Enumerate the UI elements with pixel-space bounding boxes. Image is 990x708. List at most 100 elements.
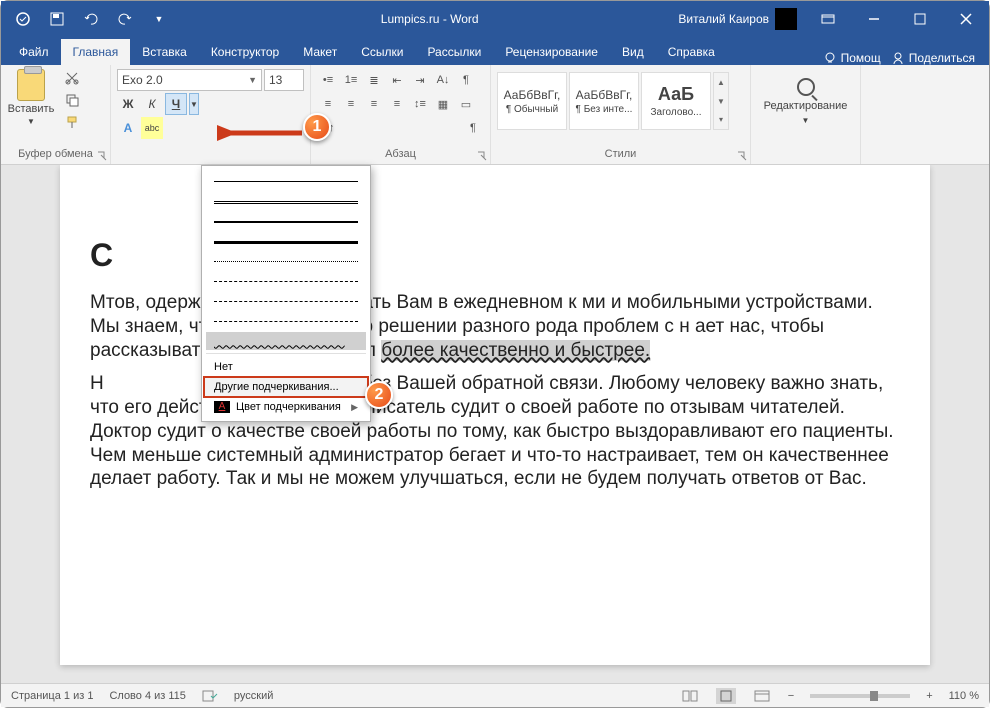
chevron-down-icon: ▼ (27, 117, 35, 126)
sort-button[interactable]: A↓ (432, 69, 454, 91)
tab-references[interactable]: Ссылки (349, 39, 415, 65)
zoom-level[interactable]: 110 % (949, 690, 979, 702)
underline-button[interactable]: Ч (165, 93, 187, 115)
group-editing: Редактирование ▼ (751, 65, 861, 164)
shading-button[interactable]: ▦ (432, 93, 454, 115)
justify-button[interactable]: ≡ (386, 93, 408, 115)
tab-insert[interactable]: Вставка (130, 39, 199, 65)
document-area[interactable]: С Мтов, одержимых идеей помогать Вам в е… (1, 165, 989, 683)
paragraph-dialog-launcher[interactable] (476, 150, 488, 162)
underline-other[interactable]: Другие подчеркивания... (204, 377, 368, 397)
ribbon-display-button[interactable] (805, 1, 851, 37)
zoom-slider[interactable] (810, 694, 910, 698)
editing-menu-button[interactable]: Редактирование ▼ (757, 69, 854, 133)
group-label-styles: Стили (497, 146, 744, 162)
chevron-down-icon: ▼ (248, 75, 257, 85)
align-center-button[interactable]: ≡ (340, 93, 362, 115)
group-font: Exo 2.0▼ 13 Ж К Ч ▼ A abc (111, 65, 311, 164)
status-words[interactable]: Слово 4 из 115 (109, 690, 185, 702)
style-normal[interactable]: АаБбВвГг,¶ Обычный (497, 72, 567, 130)
zoom-out-button[interactable]: − (788, 690, 794, 702)
title-bar: ▼ Lumpics.ru - Word Виталий Каиров (1, 1, 989, 37)
cut-button[interactable] (61, 69, 83, 87)
bold-button[interactable]: Ж (117, 93, 139, 115)
styles-dialog-launcher[interactable] (736, 150, 748, 162)
maximize-button[interactable] (897, 1, 943, 37)
font-size-combo[interactable]: 13 (264, 69, 304, 91)
status-page[interactable]: Страница 1 из 1 (11, 690, 93, 702)
undo-button[interactable] (77, 5, 105, 33)
underline-long-dash[interactable] (214, 292, 358, 310)
underline-none[interactable]: Нет (204, 357, 368, 377)
tab-design[interactable]: Конструктор (199, 39, 291, 65)
show-para-button[interactable]: ¶ (462, 117, 484, 139)
line-spacing-button[interactable]: ↕≡ (409, 93, 431, 115)
underline-double[interactable] (214, 192, 358, 210)
save-button[interactable] (43, 5, 71, 33)
underline-dashed[interactable] (214, 272, 358, 290)
view-read-button[interactable] (680, 688, 700, 704)
underline-dot-dash[interactable] (214, 312, 358, 330)
font-name-combo[interactable]: Exo 2.0▼ (117, 69, 262, 91)
format-painter-button[interactable] (61, 113, 83, 131)
user-account[interactable]: Виталий Каиров (678, 8, 805, 30)
style-no-spacing[interactable]: АаБбВвГг,¶ Без инте... (569, 72, 639, 130)
share-button[interactable]: Поделиться (891, 51, 975, 65)
chevron-down-icon: ▼ (802, 116, 810, 125)
minimize-button[interactable] (851, 1, 897, 37)
clipboard-icon (17, 69, 45, 101)
autosave-toggle[interactable] (9, 5, 37, 33)
underline-single[interactable] (214, 172, 358, 190)
tab-home[interactable]: Главная (61, 39, 131, 65)
underline-heavy[interactable] (214, 232, 358, 250)
qat-customize[interactable]: ▼ (145, 5, 173, 33)
group-label-clipboard: Буфер обмена (7, 146, 104, 162)
underline-color-icon: A (214, 401, 230, 413)
underline-dotted[interactable] (214, 252, 358, 270)
tab-file[interactable]: Файл (7, 39, 61, 65)
underline-color[interactable]: A Цвет подчеркивания ▶ (204, 397, 368, 417)
decrease-indent-button[interactable]: ⇤ (386, 69, 408, 91)
tab-mailings[interactable]: Рассылки (415, 39, 493, 65)
highlight-button[interactable]: abc (141, 117, 163, 139)
tell-me-button[interactable]: Помощ (823, 51, 881, 65)
show-marks-button[interactable]: ¶ (455, 69, 477, 91)
callout-badge-1: 1 (303, 113, 331, 141)
styles-more-button[interactable]: ▲▼▾ (713, 72, 729, 130)
selected-underlined-text: более качественно и быстрее. (381, 340, 650, 361)
view-web-button[interactable] (752, 688, 772, 704)
bullets-button[interactable]: •≡ (317, 69, 339, 91)
annotation-arrow (217, 123, 307, 143)
ribbon-tabs: Файл Главная Вставка Конструктор Макет С… (1, 37, 989, 65)
view-print-button[interactable] (716, 688, 736, 704)
underline-thick[interactable] (214, 212, 358, 230)
copy-button[interactable] (61, 91, 83, 109)
borders-button[interactable]: ▭ (455, 93, 477, 115)
ribbon-home: Вставить ▼ Буфер обмена Exo 2.0▼ 13 Ж К … (1, 65, 989, 165)
align-left-button[interactable]: ≡ (317, 93, 339, 115)
group-clipboard: Вставить ▼ Буфер обмена (1, 65, 111, 164)
underline-dropdown-arrow[interactable]: ▼ (189, 93, 199, 115)
group-label-paragraph: Абзац (317, 146, 484, 162)
status-spellcheck-icon[interactable] (202, 689, 218, 703)
numbering-button[interactable]: 1≡ (340, 69, 362, 91)
redo-button[interactable] (111, 5, 139, 33)
tab-review[interactable]: Рецензирование (493, 39, 610, 65)
align-right-button[interactable]: ≡ (363, 93, 385, 115)
text-effects-button[interactable]: A (117, 117, 139, 139)
zoom-slider-thumb[interactable] (870, 691, 878, 701)
style-heading1[interactable]: АаБЗаголово... (641, 72, 711, 130)
close-button[interactable] (943, 1, 989, 37)
underline-wavy[interactable]: wwwwwwwwwwwwwwwwwwwww (206, 332, 366, 350)
italic-button[interactable]: К (141, 93, 163, 115)
multilevel-button[interactable]: ≣ (363, 69, 385, 91)
tab-view[interactable]: Вид (610, 39, 656, 65)
zoom-in-button[interactable]: + (926, 690, 932, 702)
increase-indent-button[interactable]: ⇥ (409, 69, 431, 91)
tab-help[interactable]: Справка (656, 39, 727, 65)
tab-layout[interactable]: Макет (291, 39, 349, 65)
paste-button[interactable]: Вставить ▼ (7, 69, 55, 133)
document-page[interactable]: С Мтов, одержимых идеей помогать Вам в е… (60, 165, 930, 665)
clipboard-dialog-launcher[interactable] (96, 150, 108, 162)
status-language[interactable]: русский (234, 690, 273, 702)
